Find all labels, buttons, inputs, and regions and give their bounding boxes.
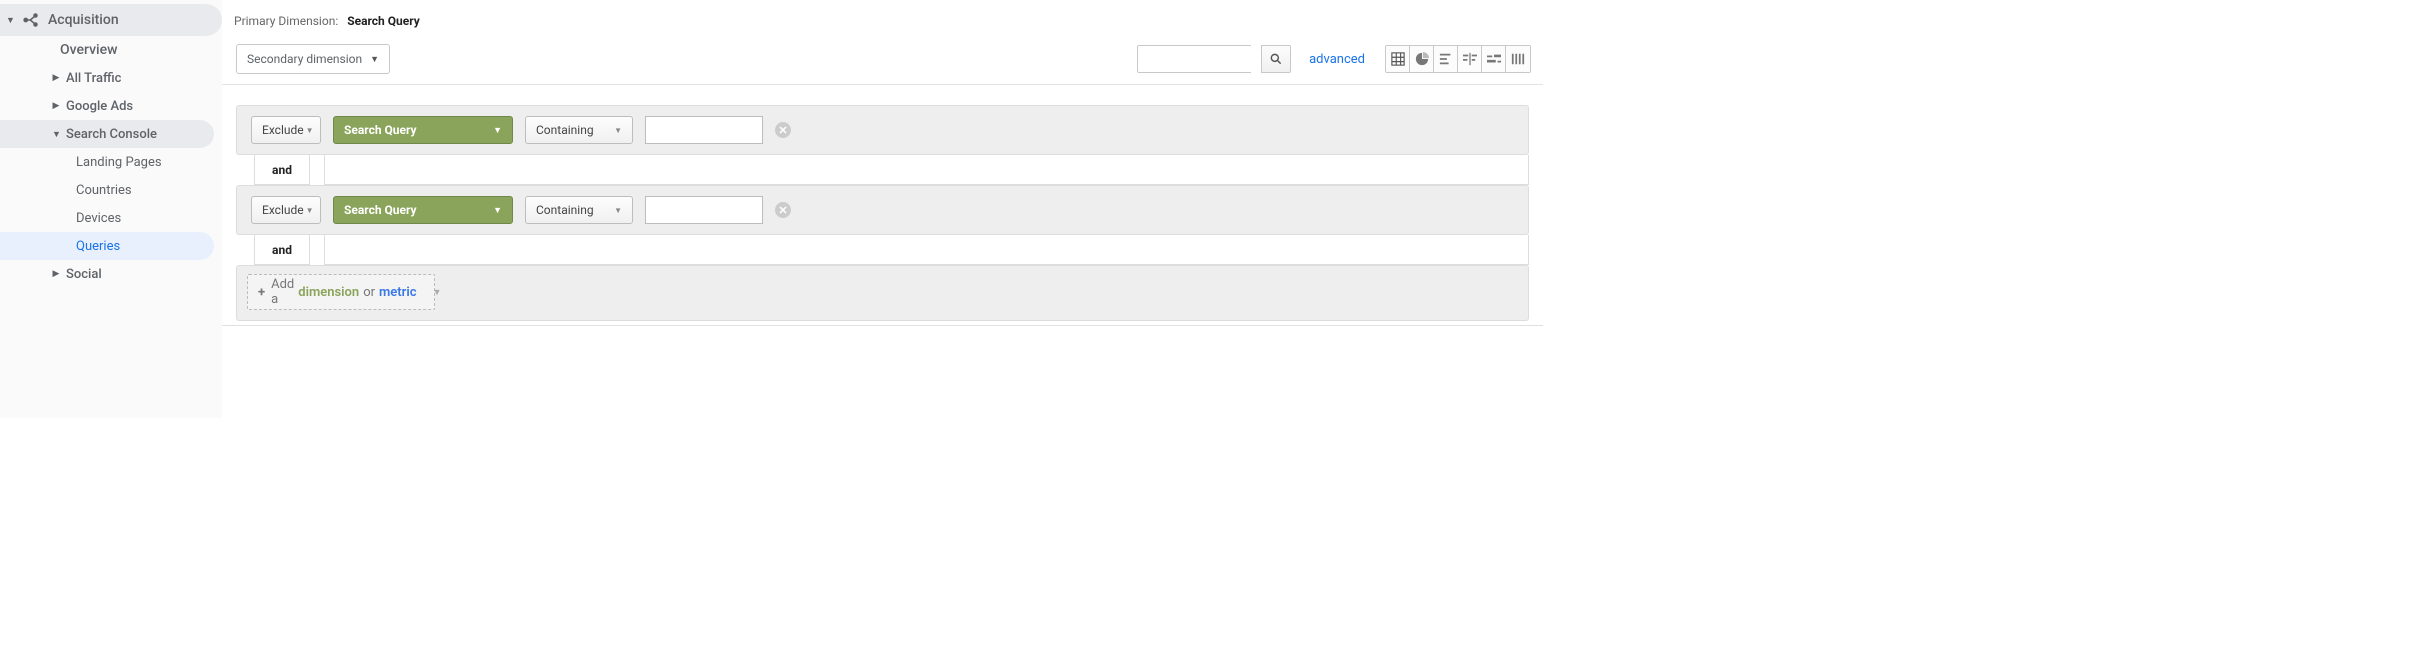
search-input[interactable]	[1137, 45, 1251, 73]
sidebar: ▼ Acquisition Overview ▶ All Traffic ▶ G…	[0, 0, 222, 418]
filter-connector: and	[222, 235, 1529, 265]
caret-down-icon: ▼	[614, 206, 622, 215]
search-icon	[1269, 52, 1283, 66]
sidebar-subitem-landing-pages[interactable]: Landing Pages	[0, 148, 214, 176]
secondary-dimension-dropdown[interactable]: Secondary dimension ▼	[236, 44, 390, 74]
remove-filter-button[interactable]: ✕	[775, 122, 791, 138]
comparison-icon	[1463, 52, 1477, 66]
add-dim-prefix: Add a	[271, 277, 294, 307]
view-pivot-button[interactable]	[1506, 46, 1530, 72]
caret-down-icon: ▼	[6, 15, 14, 26]
include-exclude-dropdown[interactable]: Exclude ▼	[251, 196, 321, 224]
filter-match-label: Containing	[536, 123, 594, 137]
caret-right-icon: ▶	[52, 73, 60, 83]
secondary-dimension-label: Secondary dimension	[247, 52, 362, 66]
pie-icon	[1415, 52, 1429, 66]
sidebar-item-label: Google Ads	[66, 99, 133, 114]
connector-line	[324, 235, 1529, 265]
sidebar-item-label: Landing Pages	[76, 155, 162, 170]
sidebar-item-label: Queries	[76, 239, 120, 254]
filter-dimension-label: Search Query	[344, 203, 417, 217]
filter-row: Exclude ▼ Search Query ▼ Containing ▼ ✕	[236, 185, 1529, 235]
filter-row: Exclude ▼ Search Query ▼ Containing ▼ ✕	[236, 105, 1529, 155]
filter-match-dropdown[interactable]: Containing ▼	[525, 116, 633, 144]
sidebar-item-social[interactable]: ▶ Social	[0, 260, 214, 288]
filter-value-input[interactable]	[645, 116, 763, 144]
add-dimension-metric-button[interactable]: + Add a dimension or metric ▼	[247, 274, 435, 310]
connector-label: and	[254, 235, 310, 265]
advanced-link[interactable]: advanced	[1309, 52, 1365, 67]
advanced-filter-panel: Exclude ▼ Search Query ▼ Containing ▼ ✕ …	[222, 85, 1543, 326]
toolbar: Secondary dimension ▼ advanced	[222, 34, 1543, 85]
sidebar-section-acquisition[interactable]: ▼ Acquisition	[0, 4, 222, 36]
caret-right-icon: ▶	[52, 101, 60, 111]
caret-down-icon: ▼	[306, 126, 314, 135]
sidebar-item-label: Devices	[76, 211, 121, 226]
view-toggle-group	[1385, 45, 1531, 73]
filter-value-input[interactable]	[645, 196, 763, 224]
include-exclude-dropdown[interactable]: Exclude ▼	[251, 116, 321, 144]
pivot-icon	[1511, 52, 1525, 66]
filter-dimension-dropdown[interactable]: Search Query ▼	[333, 116, 513, 144]
caret-down-icon: ▼	[370, 54, 379, 65]
sidebar-subitem-countries[interactable]: Countries	[0, 176, 214, 204]
sidebar-item-label: Social	[66, 267, 102, 282]
connector-label: and	[254, 155, 310, 185]
view-bar-button[interactable]	[1434, 46, 1458, 72]
sidebar-subitem-devices[interactable]: Devices	[0, 204, 214, 232]
sidebar-subitem-queries[interactable]: Queries	[0, 232, 214, 260]
filter-dimension-dropdown[interactable]: Search Query ▼	[333, 196, 513, 224]
caret-down-icon: ▼	[493, 125, 502, 136]
filter-match-dropdown[interactable]: Containing ▼	[525, 196, 633, 224]
sidebar-item-overview[interactable]: Overview	[0, 36, 214, 64]
primary-dimension-value[interactable]: Search Query	[347, 14, 420, 28]
sidebar-item-all-traffic[interactable]: ▶ All Traffic	[0, 64, 214, 92]
sidebar-item-label: Search Console	[66, 127, 157, 142]
caret-down-icon: ▼	[493, 205, 502, 216]
sidebar-item-label: Overview	[60, 42, 117, 58]
sidebar-section-label: Acquisition	[48, 12, 119, 28]
bar-icon	[1439, 52, 1453, 66]
caret-down-icon: ▼	[52, 129, 60, 140]
filter-connector: and	[222, 155, 1529, 185]
connector-line	[324, 155, 1529, 185]
sidebar-item-label: Countries	[76, 183, 132, 198]
add-dim-metric-word: metric	[379, 285, 417, 300]
close-icon: ✕	[778, 204, 787, 217]
search-button[interactable]	[1261, 45, 1291, 73]
caret-down-icon: ▼	[614, 126, 622, 135]
view-term-cloud-button[interactable]	[1482, 46, 1506, 72]
view-comparison-button[interactable]	[1458, 46, 1482, 72]
filter-dimension-label: Search Query	[344, 123, 417, 137]
view-table-button[interactable]	[1386, 46, 1410, 72]
add-dim-or: or	[363, 285, 375, 300]
view-pie-button[interactable]	[1410, 46, 1434, 72]
main: Primary Dimension: Search Query Secondar…	[222, 0, 1543, 418]
add-filter-row-container: + Add a dimension or metric ▼	[236, 265, 1529, 321]
filter-match-label: Containing	[536, 203, 594, 217]
caret-down-icon: ▼	[306, 206, 314, 215]
table-icon	[1391, 52, 1405, 66]
cloud-icon	[1487, 52, 1501, 66]
include-exclude-label: Exclude	[262, 203, 304, 217]
remove-filter-button[interactable]: ✕	[775, 202, 791, 218]
close-icon: ✕	[778, 124, 787, 137]
plus-icon: +	[258, 285, 265, 300]
caret-down-icon: ▼	[433, 287, 442, 298]
sidebar-item-search-console[interactable]: ▼ Search Console	[0, 120, 214, 148]
add-dim-dimension-word: dimension	[298, 285, 359, 300]
caret-right-icon: ▶	[52, 269, 60, 279]
include-exclude-label: Exclude	[262, 123, 304, 137]
primary-dimension-label: Primary Dimension:	[234, 14, 338, 28]
sidebar-item-label: All Traffic	[66, 71, 121, 86]
primary-dimension-row: Primary Dimension: Search Query	[222, 0, 1543, 34]
acquisition-icon	[22, 11, 40, 29]
sidebar-item-google-ads[interactable]: ▶ Google Ads	[0, 92, 214, 120]
